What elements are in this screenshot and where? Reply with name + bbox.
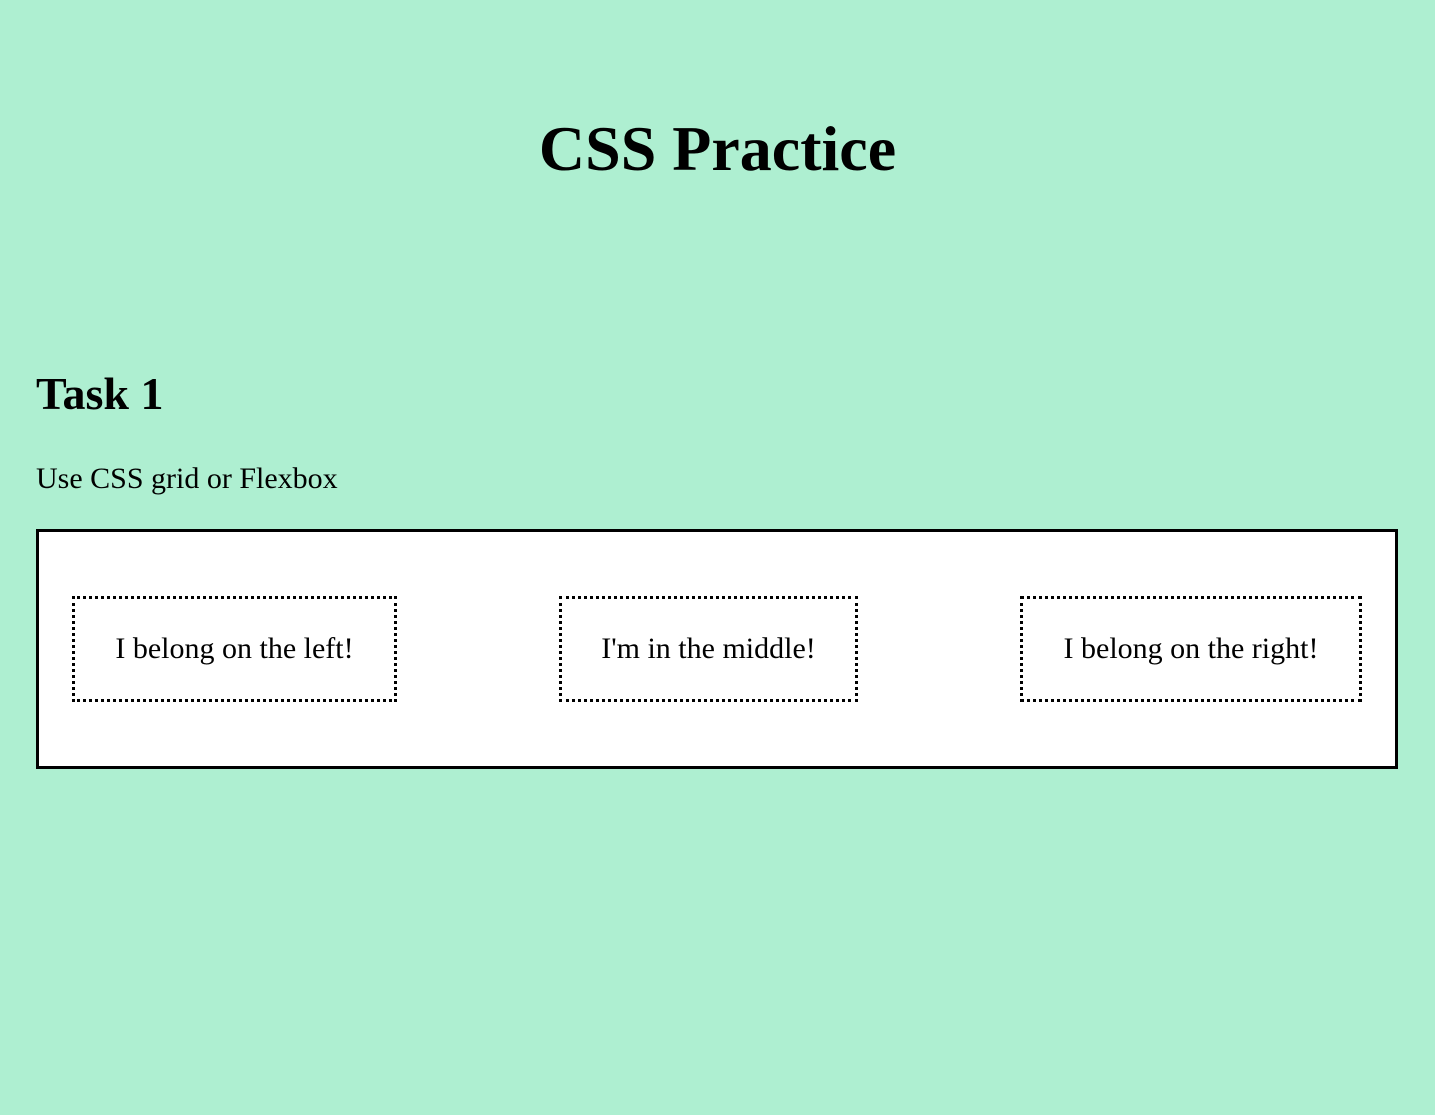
task-heading: Task 1 (36, 368, 164, 419)
flex-container: I belong on the left! I'm in the middle!… (36, 529, 1398, 769)
item-middle-label: I'm in the middle! (601, 632, 816, 665)
item-left-label: I belong on the left! (115, 632, 354, 665)
item-right-label: I belong on the right! (1063, 632, 1319, 665)
task-description: Use CSS grid or Flexbox (36, 462, 338, 495)
item-left: I belong on the left! (72, 596, 397, 702)
page-title: CSS Practice (538, 113, 897, 184)
item-right: I belong on the right! (1020, 596, 1362, 702)
item-middle: I'm in the middle! (559, 596, 858, 702)
